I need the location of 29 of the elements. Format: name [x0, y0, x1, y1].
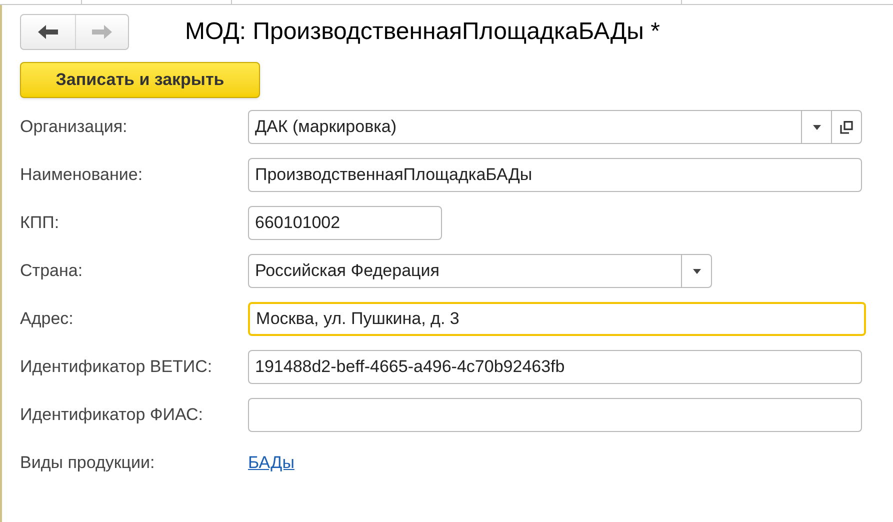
save-and-close-button[interactable]: Записать и закрыть: [20, 62, 260, 98]
field-value: 191488d2-beff-4665-a496-4c70b92463fb: [254, 356, 566, 378]
right-arrow-icon: [92, 25, 112, 39]
field-label: Адрес:: [20, 308, 74, 330]
select-field[interactable]: Российская Федерация: [248, 254, 712, 288]
input-field[interactable]: Москва, ул. Пушкина, д. 3: [248, 302, 866, 336]
field-label: КПП:: [20, 212, 60, 234]
select-field[interactable]: ДАК (маркировка): [248, 110, 862, 144]
caret-icon: [692, 268, 700, 274]
caret-icon: [812, 124, 820, 130]
field-label: Идентификатор ВЕТИС:: [20, 356, 214, 378]
field-label: Организация:: [20, 116, 128, 138]
field-value: Москва, ул. Пушкина, д. 3: [255, 308, 460, 330]
field-value: 660101002: [254, 212, 342, 234]
product-type-link[interactable]: БАДы: [248, 450, 294, 476]
input-field[interactable]: 191488d2-beff-4665-a496-4c70b92463fb: [248, 350, 862, 384]
input-field[interactable]: 660101002: [248, 206, 442, 240]
field-label: Наименование:: [20, 164, 144, 186]
field-value: Российская Федерация: [254, 260, 440, 282]
window-title: МОД: ПроизводственнаяПлощадкаБАДы *: [185, 17, 660, 47]
field-label: Идентификатор ФИАС:: [20, 404, 204, 426]
open-window-icon: [840, 120, 853, 134]
input-field[interactable]: [248, 398, 862, 432]
field-value: ПроизводственнаяПлощадкаБАДы: [254, 164, 534, 186]
field-label: Виды продукции:: [20, 452, 156, 474]
input-field[interactable]: ПроизводственнаяПлощадкаБАДы: [248, 158, 862, 192]
field-value: ДАК (маркировка): [254, 116, 398, 138]
field-label: Страна:: [20, 260, 84, 282]
left-arrow-icon: [38, 25, 58, 39]
